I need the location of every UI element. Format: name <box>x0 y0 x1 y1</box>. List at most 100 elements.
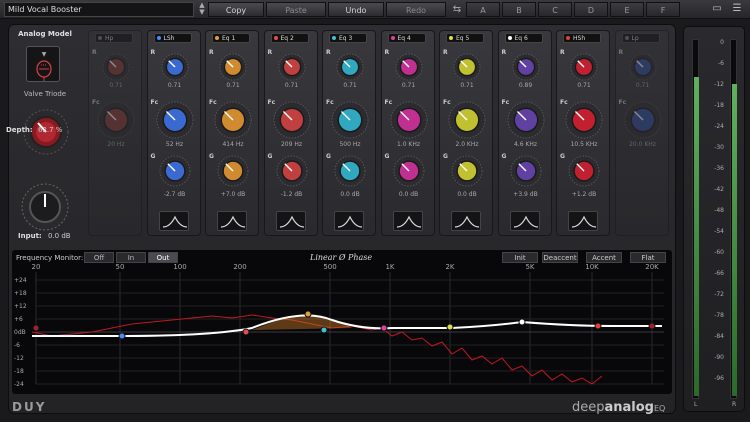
band-toggle[interactable]: Eq 4 <box>387 33 426 43</box>
band-frequency-value: 4.6 KHz <box>513 141 538 148</box>
linear-phase-toggle[interactable]: Linear Ø Phase <box>310 253 372 262</box>
paste-button[interactable]: Paste <box>266 2 326 17</box>
band-resonance-knob[interactable] <box>453 53 481 81</box>
band-resonance-knob[interactable] <box>570 53 598 81</box>
band-frequency-knob[interactable] <box>214 101 252 139</box>
band-frequency-value: 209 Hz <box>280 141 303 148</box>
band-led-icon <box>624 36 629 40</box>
band-frequency-knob[interactable] <box>273 101 311 139</box>
band-resonance-knob[interactable] <box>102 53 130 81</box>
chat-icon[interactable]: ▭ <box>710 2 724 16</box>
band-gain-knob[interactable] <box>510 155 542 187</box>
band-toggle[interactable]: Lp <box>621 33 660 43</box>
band-resonance-knob[interactable] <box>336 53 364 81</box>
band-frequency-knob[interactable] <box>331 101 369 139</box>
band-frequency-knob[interactable] <box>624 101 662 139</box>
band-resonance-knob[interactable] <box>512 53 540 81</box>
slot-d-button[interactable]: D <box>574 2 608 17</box>
copy-button[interactable]: Copy <box>208 2 264 17</box>
band-toggle[interactable]: Eq 3 <box>329 33 367 43</box>
menu-icon[interactable]: ☰ <box>730 2 744 16</box>
band-resonance-label: R <box>92 49 97 56</box>
preset-name-field[interactable]: Mild Vocal Booster <box>4 2 194 17</box>
band-toggle[interactable]: Eq 5 <box>446 33 484 43</box>
band-resonance-knob[interactable] <box>278 53 306 81</box>
undo-button[interactable]: Undo <box>328 2 384 17</box>
band-shape-button[interactable] <box>509 211 540 231</box>
band-resonance-label: R <box>209 49 214 56</box>
band-gain-knob[interactable] <box>393 155 425 187</box>
band-shape-button[interactable] <box>158 211 189 231</box>
band-resonance-knob[interactable] <box>161 53 189 81</box>
input-knob[interactable] <box>20 182 70 232</box>
band-resonance-knob[interactable] <box>219 53 247 81</box>
meter-tick-label: -72 <box>714 291 724 298</box>
swap-icon[interactable]: ⇆ <box>449 2 465 17</box>
freq-tick-label: 5K <box>525 263 534 271</box>
meter-tick-label: 0 <box>720 39 724 46</box>
slot-b-button[interactable]: B <box>502 2 536 17</box>
preset-arrows-icon[interactable]: ▲ ▼ <box>196 2 208 17</box>
band-gain-knob[interactable] <box>217 155 249 187</box>
band-frequency-knob[interactable] <box>390 101 428 139</box>
band-node-handle[interactable] <box>320 326 328 334</box>
band-shape-button[interactable] <box>334 211 364 231</box>
band-node-handle[interactable] <box>304 310 312 318</box>
band-gain-knob[interactable] <box>276 155 308 187</box>
band-shape-button[interactable] <box>568 211 598 231</box>
band-resonance-knob[interactable] <box>395 53 423 81</box>
band-frequency-knob[interactable] <box>507 101 545 139</box>
band-node-handle[interactable] <box>242 328 250 336</box>
band-node-handle[interactable] <box>594 322 602 330</box>
band-gain-knob[interactable] <box>451 155 483 187</box>
db-tick-label: +18 <box>14 290 27 297</box>
eq-curve-graph[interactable]: 20 50 100 200 500 1K 2K 5K 10K 20K +24 +18 +12 +6 0dB -… <box>12 262 672 394</box>
band-gain-knob[interactable] <box>568 155 600 187</box>
band-resonance-knob[interactable] <box>629 53 657 81</box>
band-frequency-knob[interactable] <box>156 101 194 139</box>
band-gain-knob[interactable] <box>334 155 366 187</box>
band-gain-value: 0.0 dB <box>340 191 360 198</box>
band-node-handle[interactable] <box>446 323 454 331</box>
band-toggle[interactable]: HSh <box>563 33 601 43</box>
filter-shape-icon <box>571 215 597 228</box>
meter-tick-label: -12 <box>714 81 724 88</box>
band-shape-button[interactable] <box>275 211 306 231</box>
db-tick-label: -18 <box>14 368 24 375</box>
band-toggle[interactable]: Eq 2 <box>270 33 309 43</box>
valve-model-button[interactable]: ▼ <box>26 46 60 82</box>
redo-button[interactable]: Redo <box>386 2 446 17</box>
band-toggle[interactable]: Eq 1 <box>212 33 250 43</box>
meter-right-fill <box>732 84 737 396</box>
band-node-handle[interactable] <box>118 332 126 340</box>
slot-a-button[interactable]: A <box>466 2 500 17</box>
band-led-icon <box>390 36 395 40</box>
band-toggle[interactable]: Hp <box>95 33 133 43</box>
slot-c-button[interactable]: C <box>538 2 572 17</box>
meter-tick-label: -36 <box>714 165 724 172</box>
band-toggle[interactable]: LSh <box>153 33 192 43</box>
band-node-handle[interactable] <box>380 324 388 332</box>
band-frequency-knob[interactable] <box>448 101 486 139</box>
slot-f-button[interactable]: F <box>646 2 680 17</box>
band-frequency-knob[interactable] <box>565 101 603 139</box>
band-strip-eq-6: Eq 6 R 0.89 Fc 4.6 KHz G +3.9 dB <box>497 30 552 236</box>
band-shape-button[interactable] <box>217 211 247 231</box>
band-shape-button[interactable] <box>392 211 423 231</box>
band-node-handle[interactable] <box>648 322 656 330</box>
slot-e-button[interactable]: E <box>610 2 644 17</box>
band-frequency-knob[interactable] <box>97 101 135 139</box>
band-toggle[interactable]: Eq 6 <box>504 33 543 43</box>
band-node-handle[interactable] <box>32 324 40 332</box>
filter-shape-icon <box>162 215 187 228</box>
freq-tick-label: 10K <box>585 263 599 271</box>
band-node-handle[interactable] <box>518 318 526 326</box>
band-shape-button[interactable] <box>451 211 481 231</box>
band-gain-knob[interactable] <box>159 155 191 187</box>
band-led-icon <box>332 36 336 40</box>
freq-tick-label: 200 <box>233 263 246 271</box>
band-resonance-value: 0.71 <box>401 82 416 89</box>
input-value: 0.0 dB <box>48 232 71 240</box>
db-tick-label: +6 <box>14 316 23 323</box>
meter-tick-label: -78 <box>714 312 724 319</box>
